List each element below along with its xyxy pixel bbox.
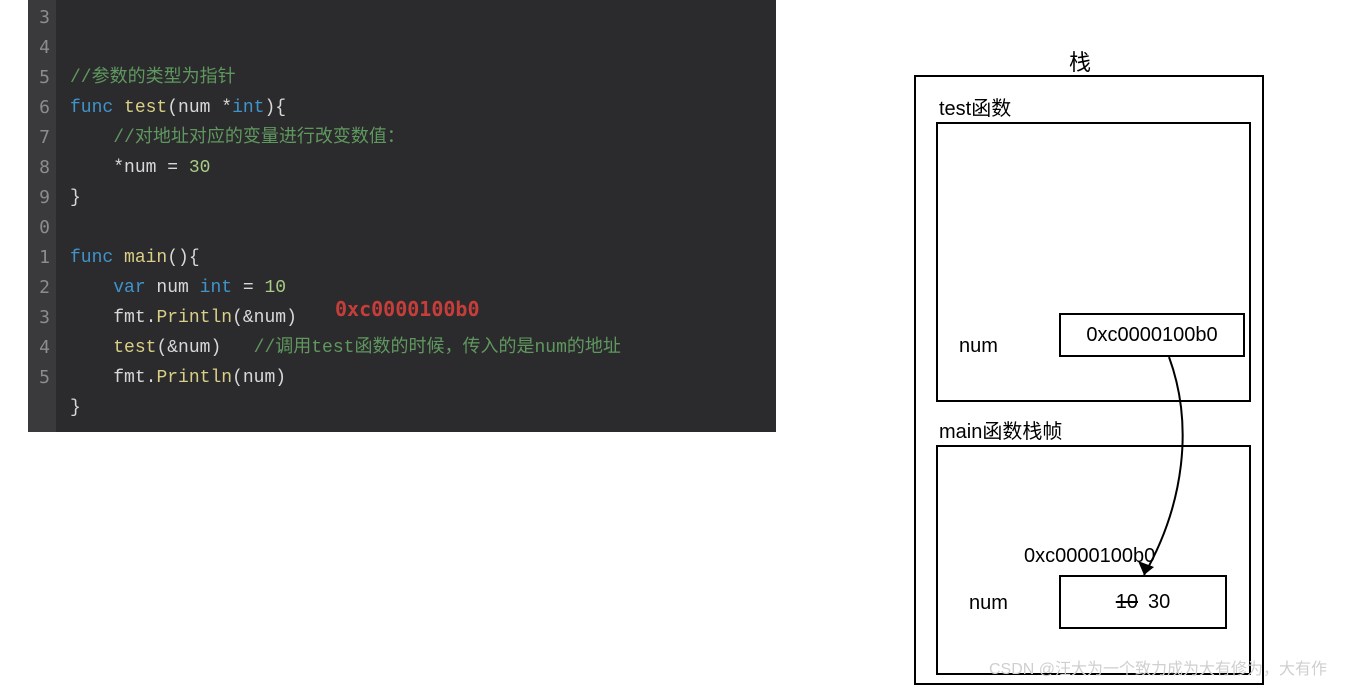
stack-title: 栈	[1069, 45, 1091, 77]
line-num: 3	[28, 303, 50, 333]
test-frame-box	[936, 122, 1251, 402]
new-value-30: 30	[1148, 591, 1170, 614]
keyword-func: func	[70, 248, 113, 268]
keyword-var: var	[113, 278, 145, 298]
line-num: 5	[28, 363, 50, 393]
line-num: 0	[28, 213, 50, 243]
keyword-func: func	[70, 98, 113, 118]
code-body: //参数的类型为指针 func test(num *int){ //对地址对应的…	[56, 0, 776, 432]
test-frame-label: test函数	[939, 92, 1011, 121]
line-num: 8	[28, 153, 50, 183]
main-num-value: 10 30	[1059, 575, 1227, 629]
watermark: CSDN @汪大为一个致力成为大有修为，大有作	[989, 655, 1327, 679]
brace: }	[70, 398, 81, 418]
call-test: test	[113, 338, 156, 358]
fn-test: test	[124, 98, 167, 118]
old-value-10: 10	[1116, 591, 1138, 614]
type-int: int	[232, 98, 264, 118]
line-num: 4	[28, 333, 50, 363]
deref-assign: *num =	[113, 158, 189, 178]
line-gutter: 3 4 5 6 7 8 9 0 1 2 3 4 5	[28, 0, 56, 432]
line-num: 5	[28, 63, 50, 93]
comment: //调用test函数的时候，传入的是num的地址	[254, 338, 621, 358]
code-editor: 3 4 5 6 7 8 9 0 1 2 3 4 5 //参数的类型为指针 fun…	[28, 0, 776, 432]
address-annotation: 0xc0000100b0	[335, 297, 480, 321]
test-num-label: num	[959, 335, 998, 358]
line-num: 6	[28, 93, 50, 123]
line-num: 2	[28, 273, 50, 303]
literal-30: 30	[189, 158, 211, 178]
line-num: 4	[28, 33, 50, 63]
line-num: 3	[28, 3, 50, 33]
line-num: 9	[28, 183, 50, 213]
main-address-label: 0xc0000100b0	[1024, 545, 1155, 568]
type-int: int	[200, 278, 232, 298]
main-num-label: num	[969, 592, 1008, 615]
line-num: 7	[28, 123, 50, 153]
test-num-value: 0xc0000100b0	[1059, 313, 1245, 357]
main-frame-label: main函数栈帧	[939, 415, 1062, 444]
brace: }	[70, 188, 81, 208]
comment: //对地址对应的变量进行改变数值：	[113, 128, 405, 148]
line-num: 1	[28, 243, 50, 273]
fn-main: main	[124, 248, 167, 268]
literal-10: 10	[264, 278, 286, 298]
comment: //参数的类型为指针	[70, 68, 236, 88]
stack-diagram: 栈 test函数 num 0xc0000100b0 main函数栈帧 0xc00…	[894, 45, 1284, 675]
